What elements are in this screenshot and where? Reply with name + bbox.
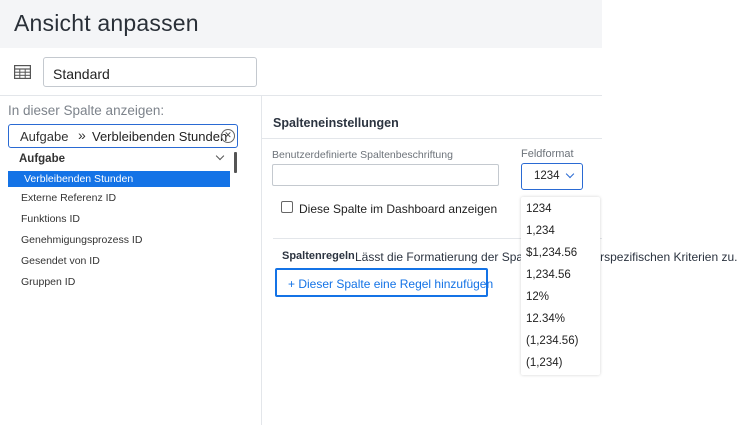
column-source-label: In dieser Spalte anzeigen: [8,103,165,118]
column-rules-description-end: rspezifischen Kriterien zu. [600,250,738,264]
dropdown-item[interactable]: Externe Referenz ID [8,190,230,206]
dashboard-checkbox[interactable] [281,201,293,213]
format-option-label: 12% [526,291,550,303]
dropdown-item-label: Funktions ID [21,213,80,225]
chevron-down-icon [215,151,225,161]
column-rules-title: Spaltenregeln [282,250,355,262]
column-settings-title: Spalteneinstellungen [273,116,399,130]
custom-label-input[interactable] [272,164,499,186]
dropdown-item[interactable]: Gesendet von ID [8,253,230,269]
breadcrumb-separator-icon: » [78,127,86,143]
field-format-value: 1234 [534,170,560,182]
format-option-label: 1,234.56 [526,269,571,281]
chevron-down-icon [565,169,575,179]
clear-icon[interactable]: ✕ [221,129,235,143]
custom-label-caption: Benutzerdefinierte Spaltenbeschriftung [272,149,453,161]
dropdown-item[interactable]: Verbleibenden Stunden [8,171,230,187]
dropdown-group-label: Aufgabe [19,153,65,165]
format-option[interactable]: (1,234) [521,352,600,374]
field-path-parent: Aufgabe [20,129,69,144]
dropdown-item-label: Gesendet von ID [21,255,100,267]
dropdown-item[interactable]: Gruppen ID [8,274,230,290]
format-option[interactable]: (1,234.56) [521,330,600,352]
add-rule-button[interactable]: + Dieser Spalte eine Regel hinzufügen [275,268,493,297]
format-option-label: 12.34% [526,313,566,325]
dropdown-scrollbar[interactable] [234,152,237,173]
format-option[interactable]: 1,234 [521,220,600,242]
dropdown-item-label: Verbleibenden Stunden [24,173,134,185]
field-path-field: Verbleibenden Stunden [92,129,228,144]
dashboard-checkbox-label: Diese Spalte im Dashboard anzeigen [299,202,498,216]
field-format-caption: Feldformat [521,148,574,160]
dropdown-item-label: Externe Referenz ID [21,192,117,204]
format-option-label: 1,234 [526,225,555,237]
field-path-input[interactable]: Aufgabe » Verbleibenden Stunden ✕ [8,124,238,148]
format-option-label: (1,234) [526,357,563,369]
format-option[interactable]: $1,234.56 [521,242,600,264]
field-dropdown-list: Aufgabe Verbleibenden Stunden Externe Re… [8,150,239,290]
field-format-options: 1234 1,234 $1,234.56 1,234.56 12% 12.34%… [521,197,600,375]
dropdown-group-header[interactable]: Aufgabe [8,150,230,170]
format-option-label: 1234 [526,203,552,215]
dropdown-item[interactable]: Funktions ID [8,211,230,227]
format-option[interactable]: 12.34% [521,308,600,330]
page-title: Ansicht anpassen [14,10,199,36]
field-format-select[interactable]: 1234 [521,163,583,190]
format-option[interactable]: 12% [521,286,600,308]
dropdown-item[interactable]: Genehmigungsprozess ID [8,232,230,248]
format-option-label: (1,234.56) [526,335,579,347]
view-name-input[interactable]: Standard [43,57,257,87]
format-option[interactable]: 1,234.56 [521,264,600,286]
format-option-label: $1,234.56 [526,247,578,259]
divider [262,138,602,139]
dropdown-item-label: Gruppen ID [21,276,76,288]
dropdown-item-label: Genehmigungsprozess ID [21,234,143,246]
add-rule-button-label: + Dieser Spalte eine Regel hinzufügen [288,277,494,291]
table-icon [14,65,31,79]
format-option[interactable]: 1234 [521,198,600,220]
column-rules-description-start: Lässt die Formatierung der Spa [355,250,524,264]
